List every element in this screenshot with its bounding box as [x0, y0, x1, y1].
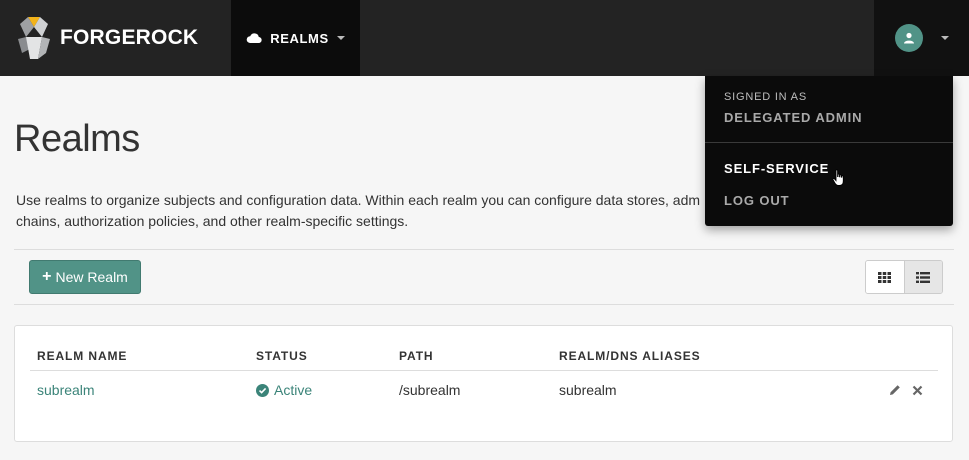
cloud-icon	[246, 33, 262, 44]
chevron-down-icon	[336, 36, 345, 40]
realms-table: REALM NAME STATUS PATH REALM/DNS ALIASES…	[14, 325, 953, 442]
realm-aliases: subrealm	[559, 382, 617, 398]
close-icon	[912, 385, 923, 396]
top-navbar: FORGEROCK REALMS	[0, 0, 969, 76]
new-realm-button-label: New Realm	[55, 269, 128, 285]
new-realm-button[interactable]: + New Realm	[29, 260, 141, 294]
menu-item-self-service[interactable]: SELF-SERVICE	[724, 161, 829, 176]
page-description-line: Use realms to organize subjects and conf…	[16, 192, 701, 208]
column-header-status[interactable]: STATUS	[256, 349, 308, 363]
check-circle-icon	[256, 383, 269, 397]
page-description: Use realms to organize subjects and conf…	[16, 190, 706, 232]
page-title: Realms	[14, 118, 140, 160]
user-icon	[903, 32, 914, 44]
pencil-icon	[890, 385, 900, 395]
column-header-path[interactable]: PATH	[399, 349, 434, 363]
list-view-button[interactable]	[903, 261, 942, 293]
column-header-realm-name[interactable]: REALM NAME	[37, 349, 127, 363]
hand-cursor-icon	[832, 169, 844, 186]
divider	[14, 249, 954, 250]
status-badge: Active	[256, 382, 312, 398]
avatar	[894, 24, 923, 52]
signed-in-label: SIGNED IN AS	[724, 91, 807, 103]
signed-in-username: DELEGATED ADMIN	[724, 110, 863, 125]
column-header-aliases[interactable]: REALM/DNS ALIASES	[559, 349, 701, 363]
table-row[interactable]: subrealm	[37, 382, 95, 398]
plus-icon: +	[42, 268, 52, 285]
view-toggle	[865, 260, 943, 294]
grid-icon	[878, 271, 892, 283]
divider	[30, 370, 938, 371]
brand-logo[interactable]: FORGEROCK	[14, 14, 198, 62]
realm-path: /subrealm	[399, 382, 461, 398]
chevron-down-icon	[940, 36, 949, 40]
realms-menu-label: REALMS	[270, 30, 329, 46]
realm-name-link[interactable]: subrealm	[37, 382, 95, 398]
divider	[705, 142, 953, 143]
delete-realm-button[interactable]	[912, 383, 923, 401]
brand-name: FORGEROCK	[60, 26, 199, 49]
list-icon	[916, 271, 931, 283]
divider	[14, 304, 954, 305]
edit-realm-button[interactable]	[889, 383, 901, 401]
grid-view-button[interactable]	[866, 261, 904, 293]
forgerock-logo-icon	[18, 17, 50, 59]
realms-menu[interactable]: REALMS	[231, 0, 360, 76]
user-menu[interactable]	[874, 0, 969, 76]
menu-item-log-out[interactable]: LOG OUT	[724, 193, 790, 208]
user-dropdown-menu: SIGNED IN AS DELEGATED ADMIN SELF-SERVIC…	[705, 76, 953, 226]
page-description-line: chains, authorization policies, and othe…	[16, 213, 409, 229]
status-text: Active	[274, 382, 313, 398]
